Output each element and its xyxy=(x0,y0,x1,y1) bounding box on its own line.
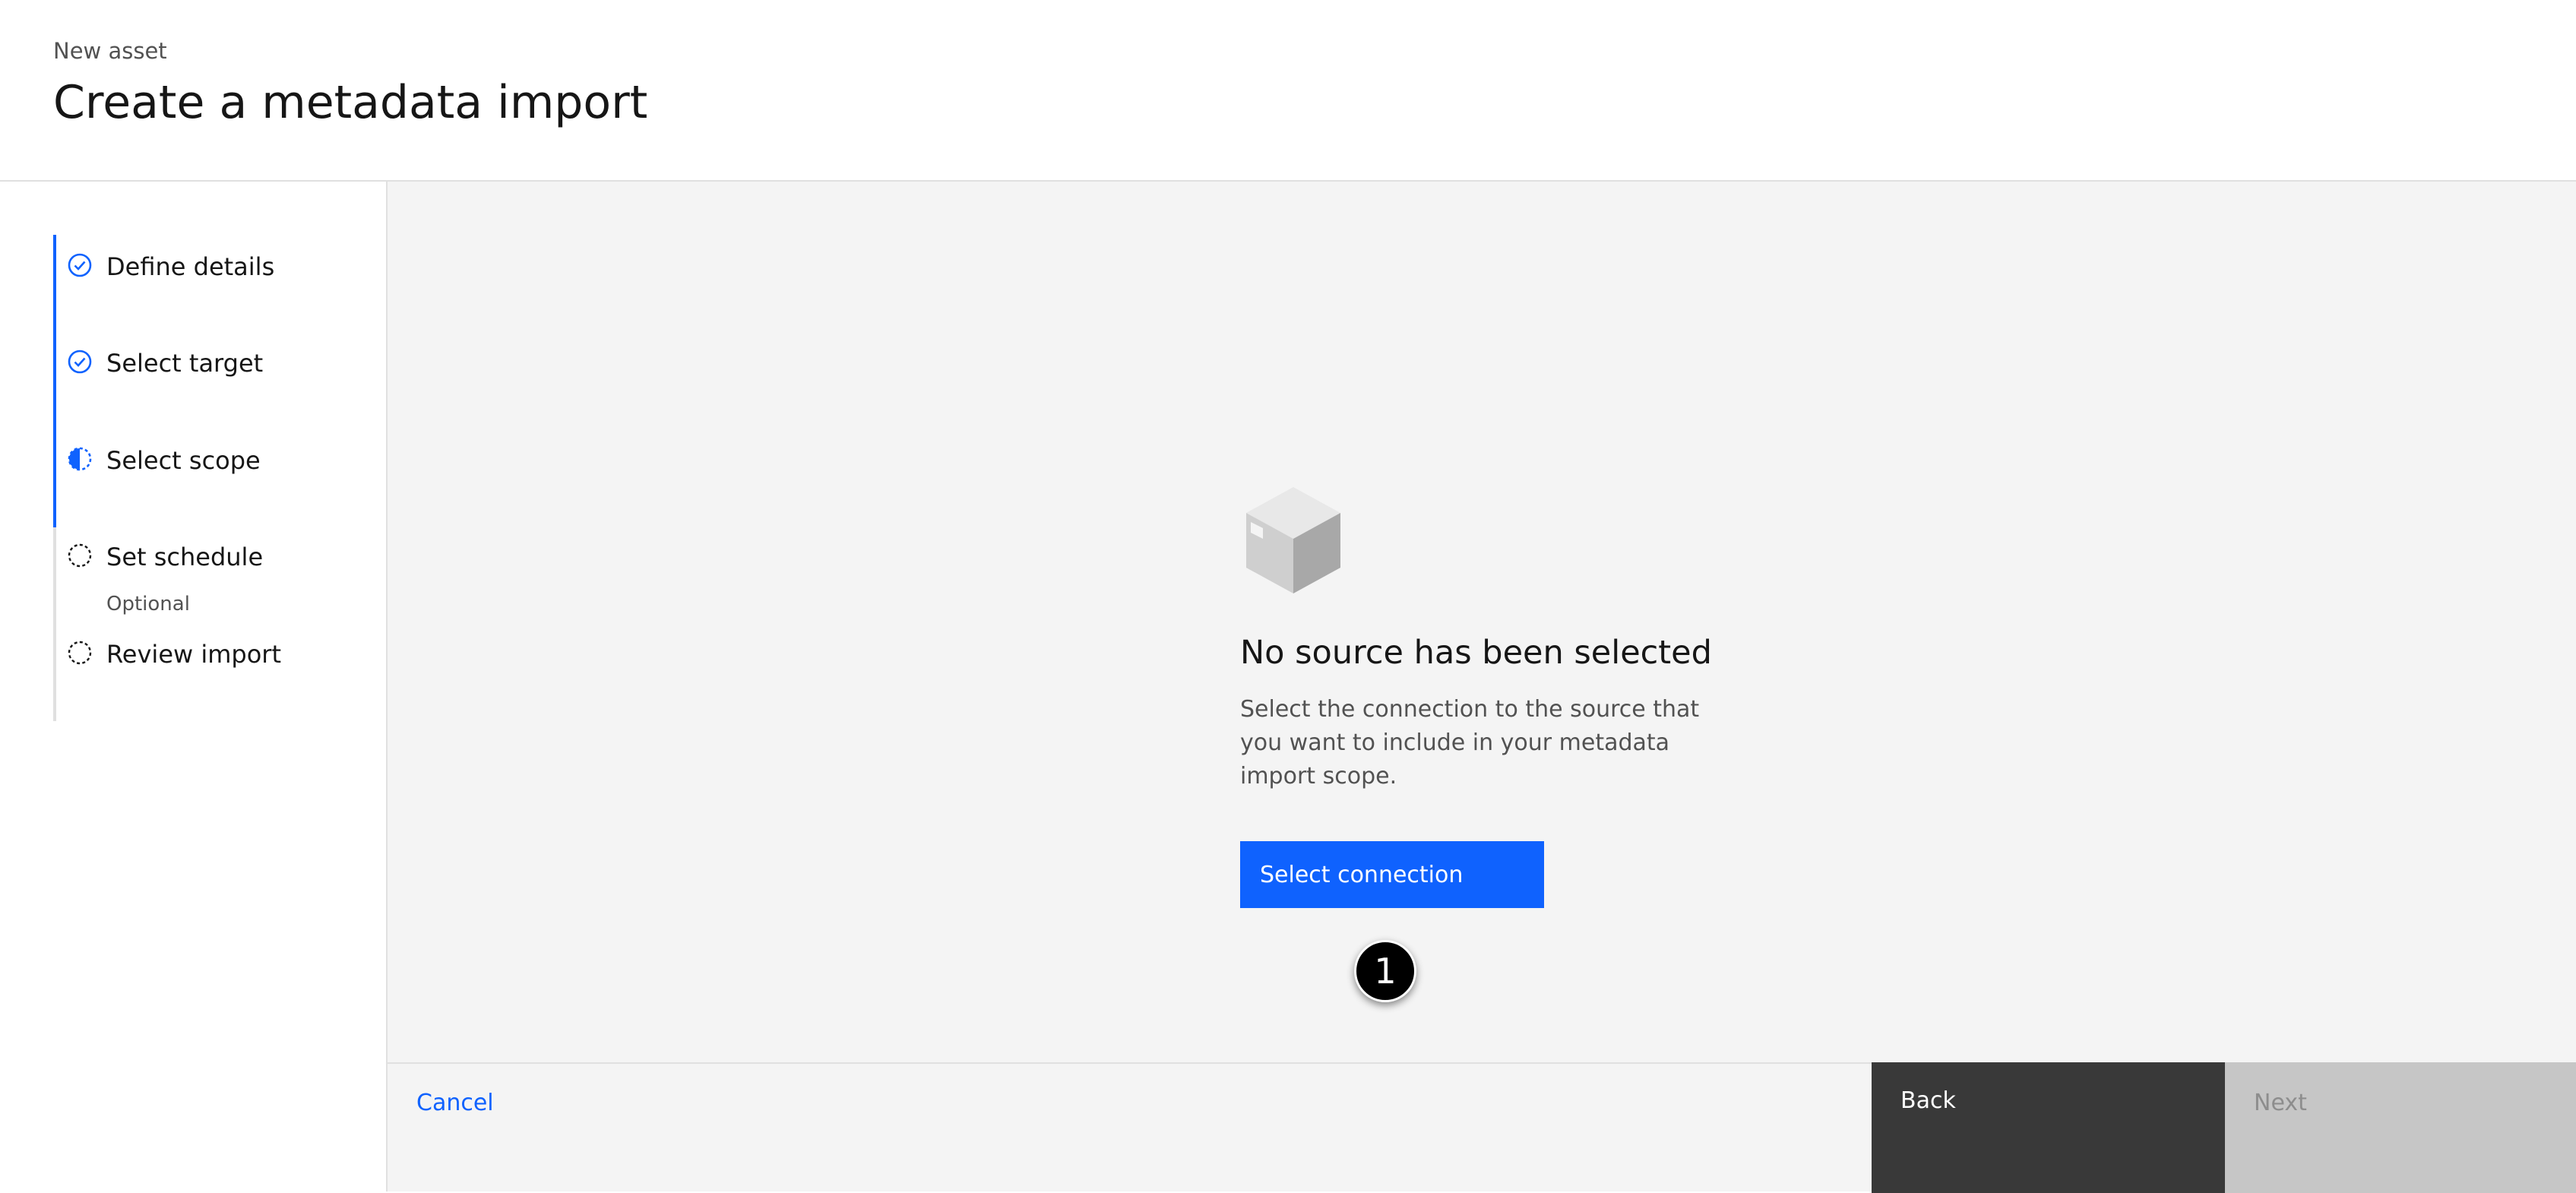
step-label: Select scope xyxy=(106,446,261,475)
checkmark-outline-icon xyxy=(67,349,93,375)
box-icon xyxy=(1240,478,1347,603)
select-connection-button[interactable]: Select connection xyxy=(1240,841,1544,908)
incomplete-half-icon xyxy=(67,446,93,472)
page-title: Create a metadata import xyxy=(53,76,648,129)
page-eyebrow: New asset xyxy=(53,38,167,64)
empty-state-description: Select the connection to the source that… xyxy=(1240,696,1700,790)
back-button-label: Back xyxy=(1900,1087,1956,1114)
progress-step-review-import[interactable]: Review import xyxy=(0,625,388,685)
progress-step-select-scope[interactable]: Select scope xyxy=(0,431,388,492)
cancel-link[interactable]: Cancel xyxy=(416,1090,494,1116)
step-label: Set schedule xyxy=(106,543,264,571)
progress-step-set-schedule[interactable]: Set schedule Optional xyxy=(0,527,388,619)
wizard-footer: Cancel Back Next xyxy=(388,1062,2576,1193)
progress-step-define-details[interactable]: Define details xyxy=(0,237,388,298)
step-label: Review import xyxy=(106,640,281,669)
step-sublabel: Optional xyxy=(106,593,190,615)
circle-dash-icon xyxy=(67,543,93,568)
next-button-label: Next xyxy=(2254,1090,2307,1116)
step-label: Define details xyxy=(106,252,275,281)
checkmark-outline-icon xyxy=(67,252,93,278)
main-content: No source has been selected Select the c… xyxy=(388,182,2576,1063)
step-label: Select target xyxy=(106,349,264,378)
progress-indicator: Define details Select target Select scop… xyxy=(0,182,388,1191)
back-button[interactable]: Back xyxy=(1872,1062,2225,1193)
next-button[interactable]: Next xyxy=(2225,1062,2576,1193)
progress-step-select-target[interactable]: Select target xyxy=(0,334,388,394)
circle-dash-icon xyxy=(67,640,93,666)
page-header: New asset Create a metadata import xyxy=(0,0,2576,182)
empty-state-title: No source has been selected xyxy=(1240,634,1712,672)
step-number-callout: 1 xyxy=(1354,940,1416,1002)
